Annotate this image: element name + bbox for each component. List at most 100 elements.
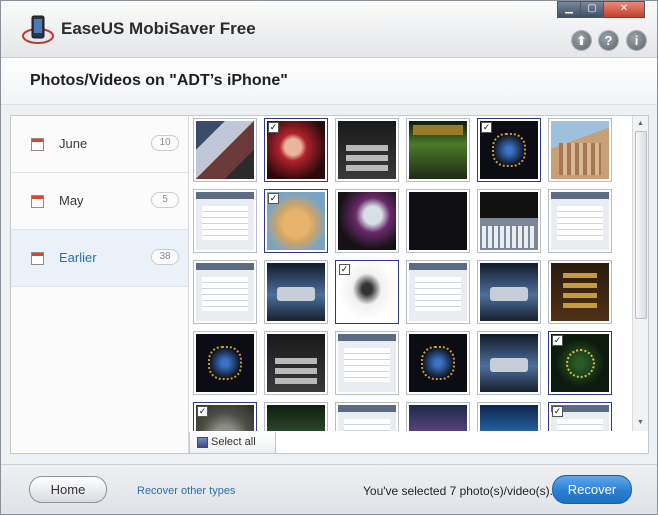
sidebar-item-may[interactable]: May 5	[11, 173, 188, 230]
thumbnail-checkbox[interactable]: ✓	[552, 406, 563, 417]
photo-image	[196, 263, 254, 321]
sidebar-item-earlier[interactable]: Earlier 38	[11, 230, 188, 287]
photo-image	[551, 263, 609, 321]
photo-image	[409, 334, 467, 392]
thumbnail-checkbox[interactable]: ✓	[268, 122, 279, 133]
photo-image	[409, 192, 467, 250]
info-button[interactable]: i	[627, 31, 646, 50]
photo-thumbnail[interactable]	[406, 331, 470, 395]
home-button[interactable]: Home	[29, 476, 107, 503]
photo-thumbnail[interactable]: ✓	[264, 189, 328, 253]
photo-image	[551, 121, 609, 179]
photo-thumbnail[interactable]	[264, 331, 328, 395]
photo-thumbnail[interactable]	[477, 260, 541, 324]
thumbnail-checkbox[interactable]: ✓	[481, 122, 492, 133]
select-all-checkbox[interactable]	[197, 437, 208, 448]
info-icon: i	[634, 33, 639, 48]
minimize-button[interactable]: ▁	[557, 1, 581, 18]
count-badge: 5	[151, 192, 179, 208]
content-panel: June 10 May 5 Earlier 38 ✓ ✓ ✓ ✓ ✓ ✓ ✓ ▲ ▼ Sel…	[10, 115, 649, 454]
recover-button[interactable]: Recover	[552, 475, 632, 504]
photo-thumbnail[interactable]	[548, 189, 612, 253]
calendar-icon	[31, 195, 44, 208]
photo-thumbnail[interactable]	[406, 402, 470, 431]
photo-image	[480, 192, 538, 250]
photo-thumbnail[interactable]	[406, 260, 470, 324]
select-all-tab[interactable]: Select all	[189, 432, 276, 454]
photo-thumbnail[interactable]	[193, 189, 257, 253]
close-button[interactable]: ✕	[603, 1, 645, 18]
photo-thumbnail[interactable]	[335, 189, 399, 253]
title-bar[interactable]: EaseUS MobiSaver Free ▁ ▢ ✕ ⬆ ? i	[1, 1, 657, 58]
help-icon: ?	[604, 33, 613, 48]
thumbnail-checkbox[interactable]: ✓	[552, 335, 563, 346]
window-controls: ▁ ▢ ✕	[557, 1, 645, 18]
recover-other-types-link[interactable]: Recover other types	[137, 485, 235, 497]
photo-thumbnail[interactable]	[406, 189, 470, 253]
photo-image	[409, 121, 467, 179]
photo-image	[338, 405, 396, 431]
sidebar-item-label: June	[59, 136, 88, 151]
calendar-icon	[31, 138, 44, 151]
photo-image	[196, 334, 254, 392]
scroll-down-arrow-icon[interactable]: ▼	[635, 418, 646, 428]
date-sidebar: June 10 May 5 Earlier 38	[11, 116, 189, 453]
count-badge: 38	[151, 249, 179, 265]
photo-thumbnail[interactable]	[193, 331, 257, 395]
selection-status: You've selected 7 photo(s)/video(s).	[363, 484, 553, 498]
photo-image	[480, 334, 538, 392]
help-button[interactable]: ?	[599, 31, 618, 50]
thumbnail-checkbox[interactable]: ✓	[268, 193, 279, 204]
photo-thumbnail[interactable]	[335, 402, 399, 431]
photo-image	[338, 121, 396, 179]
sidebar-item-label: Earlier	[59, 250, 97, 265]
photo-thumbnail[interactable]	[264, 260, 328, 324]
app-window: EaseUS MobiSaver Free ▁ ▢ ✕ ⬆ ? i Photos…	[0, 0, 658, 515]
photo-thumbnail[interactable]	[477, 331, 541, 395]
page-title: Photos/Videos on "ADT’s iPhone"	[30, 72, 288, 89]
sidebar-item-june[interactable]: June 10	[11, 116, 188, 173]
photo-image	[409, 263, 467, 321]
app-logo-icon	[22, 15, 54, 44]
photo-thumbnail[interactable]	[477, 189, 541, 253]
photo-thumbnail[interactable]: ✓	[548, 331, 612, 395]
photo-image	[551, 192, 609, 250]
photo-thumbnail[interactable]	[335, 118, 399, 182]
vertical-scrollbar[interactable]: ▲ ▼	[632, 116, 648, 431]
photo-thumbnail[interactable]	[264, 402, 328, 431]
thumbnail-checkbox[interactable]: ✓	[197, 406, 208, 417]
photo-thumbnail[interactable]: ✓	[264, 118, 328, 182]
photo-thumbnail[interactable]: ✓	[193, 402, 257, 431]
photo-thumbnail[interactable]	[406, 118, 470, 182]
photo-image	[480, 263, 538, 321]
app-title: EaseUS MobiSaver Free	[61, 19, 256, 38]
photo-thumbnail[interactable]	[548, 118, 612, 182]
footer-bar: Home Recover other types You've selected…	[1, 464, 657, 514]
photo-thumbnail[interactable]	[548, 260, 612, 324]
photo-thumbnail[interactable]	[193, 260, 257, 324]
photo-image	[196, 121, 254, 179]
photo-image	[267, 334, 325, 392]
scroll-up-arrow-icon[interactable]: ▲	[635, 119, 646, 129]
photo-image	[409, 405, 467, 431]
maximize-button[interactable]: ▢	[580, 1, 604, 18]
thumbnail-checkbox[interactable]: ✓	[339, 264, 350, 275]
upgrade-button[interactable]: ⬆	[572, 31, 591, 50]
photo-thumbnail[interactable]: ✓	[335, 260, 399, 324]
photo-thumbnail[interactable]: ✓	[548, 402, 612, 431]
photo-thumbnail[interactable]: ✓	[477, 118, 541, 182]
photo-thumbnail[interactable]	[193, 118, 257, 182]
calendar-icon	[31, 252, 44, 265]
photo-image	[480, 405, 538, 431]
photo-thumbnail[interactable]	[477, 402, 541, 431]
photo-image	[338, 192, 396, 250]
photo-image	[267, 263, 325, 321]
scroll-thumb[interactable]	[635, 131, 647, 319]
up-arrow-icon: ⬆	[576, 33, 587, 48]
photo-thumbnail[interactable]	[335, 331, 399, 395]
header: Photos/Videos on "ADT’s iPhone"	[1, 58, 657, 105]
photo-image	[267, 405, 325, 431]
count-badge: 10	[151, 135, 179, 151]
select-all-label: Select all	[211, 436, 256, 448]
photo-image	[338, 334, 396, 392]
